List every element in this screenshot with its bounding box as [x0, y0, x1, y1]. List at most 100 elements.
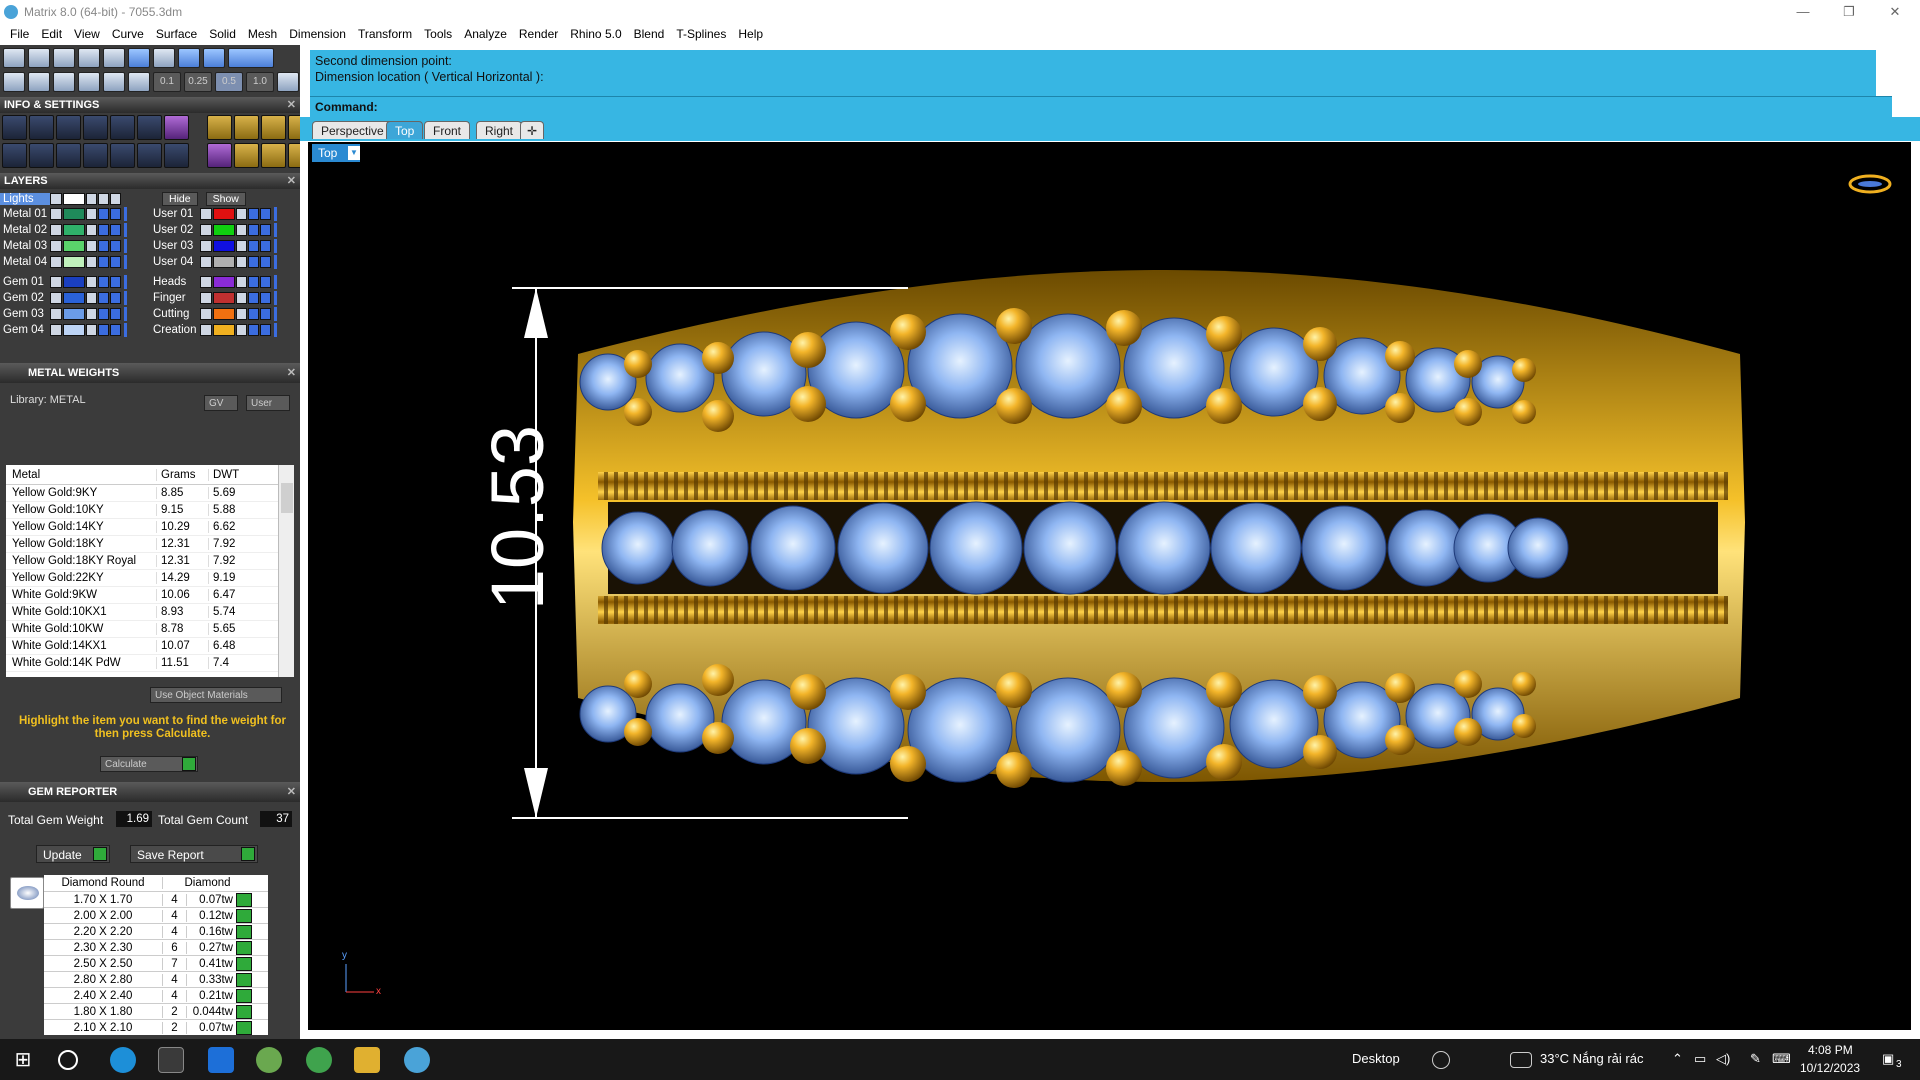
- lock-icon[interactable]: [236, 207, 247, 220]
- grid-view-icon[interactable]: [2, 143, 27, 168]
- lock-icon[interactable]: [86, 223, 97, 236]
- planar-icon[interactable]: [53, 72, 75, 92]
- render-icon[interactable]: [260, 323, 271, 336]
- render-icon[interactable]: [110, 275, 121, 288]
- lock-icon[interactable]: [86, 307, 97, 320]
- app-icon[interactable]: [256, 1047, 282, 1073]
- command-prompt[interactable]: Command:: [310, 96, 1892, 116]
- chrome-like-icon[interactable]: [306, 1047, 332, 1073]
- layer-color-swatch[interactable]: [213, 307, 235, 320]
- gem-row[interactable]: 2.80 X 2.80 4 0.33tw: [44, 971, 268, 987]
- keyboard-icon[interactable]: ⌨: [1772, 1051, 1791, 1067]
- show-button[interactable]: Show: [205, 191, 246, 206]
- layers-icon[interactable]: [56, 115, 81, 140]
- eye-icon[interactable]: [98, 291, 109, 304]
- layer-color-swatch[interactable]: [213, 223, 235, 236]
- snap-quad-icon[interactable]: [203, 48, 225, 68]
- tab-right[interactable]: Right: [476, 121, 523, 139]
- ring-icon[interactable]: [207, 143, 232, 168]
- select-gem-button[interactable]: [236, 972, 252, 987]
- pencil-icon[interactable]: [137, 115, 162, 140]
- layer-row[interactable]: Metal 01: [0, 206, 127, 221]
- expand-icon[interactable]: [200, 255, 212, 268]
- cube-icon[interactable]: [56, 143, 81, 168]
- table-row[interactable]: Yellow Gold:9KY 8.85 5.69: [6, 485, 294, 502]
- volume-icon[interactable]: ◁): [1716, 1051, 1730, 1067]
- lock-icon[interactable]: [236, 255, 247, 268]
- expand-icon[interactable]: [200, 291, 212, 304]
- snap-near-icon[interactable]: [28, 48, 50, 68]
- menu-edit[interactable]: Edit: [35, 27, 68, 41]
- expand-icon[interactable]: [200, 323, 212, 336]
- add-tab-icon[interactable]: ✛: [520, 121, 545, 139]
- table-row[interactable]: White Gold:10KX1 8.93 5.74: [6, 604, 294, 621]
- layer-row[interactable]: Cutting: [150, 306, 277, 321]
- eye-icon[interactable]: [98, 255, 109, 268]
- render-icon[interactable]: [260, 255, 271, 268]
- eye-icon[interactable]: [98, 207, 109, 220]
- page-icon[interactable]: [110, 115, 135, 140]
- render-icon[interactable]: [110, 255, 121, 268]
- layer-color-swatch[interactable]: [213, 207, 235, 220]
- menu-help[interactable]: Help: [732, 27, 769, 41]
- use-object-materials-button[interactable]: Use Object Materials: [150, 687, 282, 703]
- eye-icon[interactable]: [98, 323, 109, 336]
- tab-front[interactable]: Front: [424, 121, 471, 139]
- snap-perp-icon[interactable]: [153, 48, 175, 68]
- layer-row[interactable]: Gem 01: [0, 274, 127, 289]
- layer-color-swatch[interactable]: [213, 239, 235, 252]
- desktop-toolbar-label[interactable]: Desktop: [1352, 1051, 1400, 1066]
- matrix-app-icon[interactable]: [404, 1047, 430, 1073]
- scroll-thumb[interactable]: [281, 483, 293, 513]
- layer-color-swatch[interactable]: [213, 275, 235, 288]
- menu-curve[interactable]: Curve: [106, 27, 150, 41]
- snap-tan-icon[interactable]: [178, 48, 200, 68]
- expand-icon[interactable]: [50, 192, 62, 205]
- select-gem-button[interactable]: [236, 892, 252, 907]
- menu-blend[interactable]: Blend: [628, 27, 671, 41]
- gv-button[interactable]: GV: [204, 395, 238, 411]
- layer-color-swatch[interactable]: [63, 255, 85, 268]
- gumball-icon[interactable]: [128, 72, 150, 92]
- menu-analyze[interactable]: Analyze: [458, 27, 513, 41]
- render-icon[interactable]: [110, 307, 121, 320]
- layer-color-swatch[interactable]: [63, 207, 85, 220]
- expand-icon[interactable]: [200, 239, 212, 252]
- pen-icon[interactable]: ✎: [1750, 1051, 1761, 1067]
- render-icon[interactable]: [260, 239, 271, 252]
- cylinder-icon[interactable]: [83, 143, 108, 168]
- lock-icon[interactable]: [236, 239, 247, 252]
- snap-mid-icon[interactable]: [78, 48, 100, 68]
- expand-icon[interactable]: [50, 223, 62, 236]
- prong-icon[interactable]: [234, 143, 259, 168]
- lights-row[interactable]: Lights: [0, 191, 122, 206]
- metal-weights-scrollbar[interactable]: [278, 465, 294, 677]
- osnap-icon[interactable]: [78, 72, 100, 92]
- menu-tools[interactable]: Tools: [418, 27, 458, 41]
- network-icon[interactable]: ▭: [1694, 1051, 1706, 1067]
- select-icon[interactable]: [137, 143, 162, 168]
- clock-date[interactable]: 10/12/2023: [1800, 1061, 1860, 1075]
- lock-icon[interactable]: [86, 255, 97, 268]
- store-icon[interactable]: [158, 1047, 184, 1073]
- render-icon[interactable]: [260, 275, 271, 288]
- clock-time[interactable]: 4:08 PM: [1808, 1043, 1853, 1057]
- layer-color-swatch[interactable]: [213, 291, 235, 304]
- menu-mesh[interactable]: Mesh: [242, 27, 283, 41]
- layer-color-swatch[interactable]: [63, 223, 85, 236]
- close-icon[interactable]: ✕: [287, 363, 296, 383]
- save-report-button[interactable]: Save Report: [130, 845, 258, 863]
- people-icon[interactable]: [1432, 1051, 1450, 1069]
- render-icon[interactable]: [110, 239, 121, 252]
- layer-row[interactable]: Metal 04: [0, 254, 127, 269]
- layer-row[interactable]: Metal 02: [0, 222, 127, 237]
- layer-color-swatch[interactable]: [63, 323, 85, 336]
- lock-icon[interactable]: [236, 223, 247, 236]
- calculate-button[interactable]: Calculate: [100, 756, 198, 772]
- select-gem-button[interactable]: [236, 956, 252, 971]
- table-row[interactable]: Yellow Gold:22KY 14.29 9.19: [6, 570, 294, 587]
- layer-color-swatch[interactable]: [213, 323, 235, 336]
- eye-icon[interactable]: [248, 275, 259, 288]
- menu-dimension[interactable]: Dimension: [283, 27, 352, 41]
- filter-icon[interactable]: [110, 143, 135, 168]
